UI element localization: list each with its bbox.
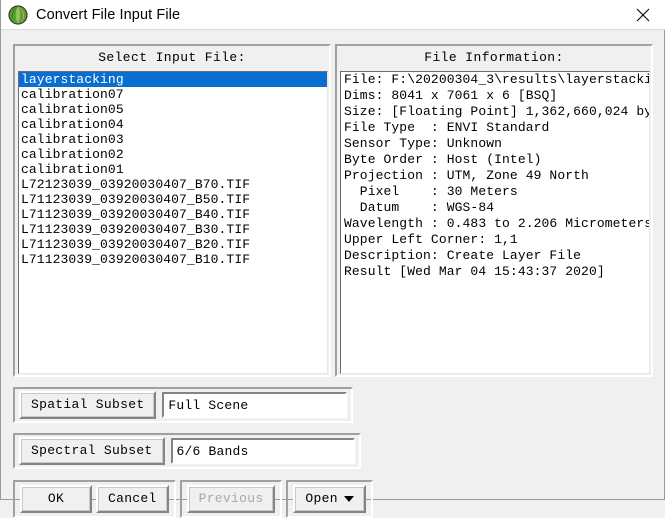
select-input-file-panel: Select Input File: layerstacking calibrat… [13, 44, 331, 377]
previous-group: Previous [179, 480, 283, 518]
ok-cancel-group: OK Cancel [13, 480, 176, 518]
dialog-body: Select Input File: layerstacking calibrat… [1, 30, 664, 518]
file-information-line: Upper Left Corner: 1,1 [344, 232, 518, 247]
spectral-subset-row: Spectral Subset 6/6 Bands [13, 433, 361, 469]
chevron-down-icon [343, 495, 354, 502]
file-information-line: Pixel : 30 Meters [344, 184, 518, 199]
open-group: Open [286, 480, 373, 518]
file-information-text: File: F:\20200304_3\results\layerstackin… [340, 71, 650, 374]
file-list-item[interactable]: L71123039_03920030407_B20.TIF [19, 237, 327, 252]
open-button-label: Open [305, 491, 338, 506]
file-list-item[interactable]: calibration02 [19, 147, 327, 162]
convert-file-input-file-dialog: Convert File Input File Select Input Fil… [0, 0, 665, 518]
file-information-line: Wavelength : 0.483 to 2.206 Micrometers [344, 216, 650, 231]
file-list-item[interactable]: calibration07 [19, 87, 327, 102]
file-list-item[interactable]: calibration01 [19, 162, 327, 177]
spectral-subset-field: 6/6 Bands [170, 438, 355, 464]
open-button[interactable]: Open [293, 485, 366, 513]
previous-button: Previous [186, 485, 276, 513]
window-title: Convert File Input File [36, 6, 181, 23]
file-list-item[interactable]: calibration04 [19, 117, 327, 132]
spatial-subset-row: Spatial Subset Full Scene [13, 387, 353, 423]
select-input-file-title: Select Input File: [98, 50, 246, 65]
file-list-item[interactable]: layerstacking [19, 72, 327, 87]
file-information-line: Dims: 8041 x 7061 x 6 [BSQ] [344, 88, 558, 103]
spectral-subset-value: 6/6 Bands [176, 443, 249, 459]
file-information-line: Projection : UTM, Zone 49 North [344, 168, 589, 183]
file-list-item[interactable]: L72123039_03920030407_B70.TIF [19, 177, 327, 192]
spatial-subset-field: Full Scene [162, 392, 347, 418]
spectral-subset-button[interactable]: Spectral Subset [19, 437, 165, 465]
cancel-button[interactable]: Cancel [96, 485, 169, 513]
file-list-item[interactable]: calibration05 [19, 102, 327, 117]
file-list-item[interactable]: L71123039_03920030407_B50.TIF [19, 192, 327, 207]
ok-button[interactable]: OK [20, 485, 92, 513]
spatial-subset-button[interactable]: Spatial Subset [19, 391, 157, 419]
file-information-line: File: F:\20200304_3\results\layerstackin… [344, 72, 650, 87]
envi-globe-icon [8, 4, 28, 25]
file-information-line: Byte Order : Host (Intel) [344, 152, 542, 167]
file-information-line: File Type : ENVI Standard [344, 120, 550, 135]
file-list[interactable]: layerstacking calibration07 calibration05 c… [18, 71, 328, 374]
file-information-line: Size: [Floating Point] 1,362,660,024 byt… [344, 104, 650, 119]
file-information-line: Sensor Type: Unknown [344, 136, 503, 151]
file-information-line: Result [Wed Mar 04 15:43:37 2020] [344, 264, 605, 279]
button-bar: OK Cancel Previous Open [13, 480, 377, 518]
file-list-item[interactable]: L71123039_03920030407_B10.TIF [19, 252, 327, 267]
title-bar: Convert File Input File [1, 0, 665, 30]
file-information-line: Datum : WGS-84 [344, 200, 495, 215]
close-button[interactable] [620, 0, 665, 29]
file-information-panel: File Information: File: F:\20200304_3\re… [335, 44, 653, 377]
file-list-item[interactable]: L71123039_03920030407_B30.TIF [19, 222, 327, 237]
file-list-item[interactable]: calibration03 [19, 132, 327, 147]
spatial-subset-value: Full Scene [168, 397, 249, 413]
file-list-item[interactable]: L71123039_03920030407_B40.TIF [19, 207, 327, 222]
file-information-line: Description: Create Layer File [344, 248, 582, 263]
file-information-title: File Information: [424, 50, 564, 65]
